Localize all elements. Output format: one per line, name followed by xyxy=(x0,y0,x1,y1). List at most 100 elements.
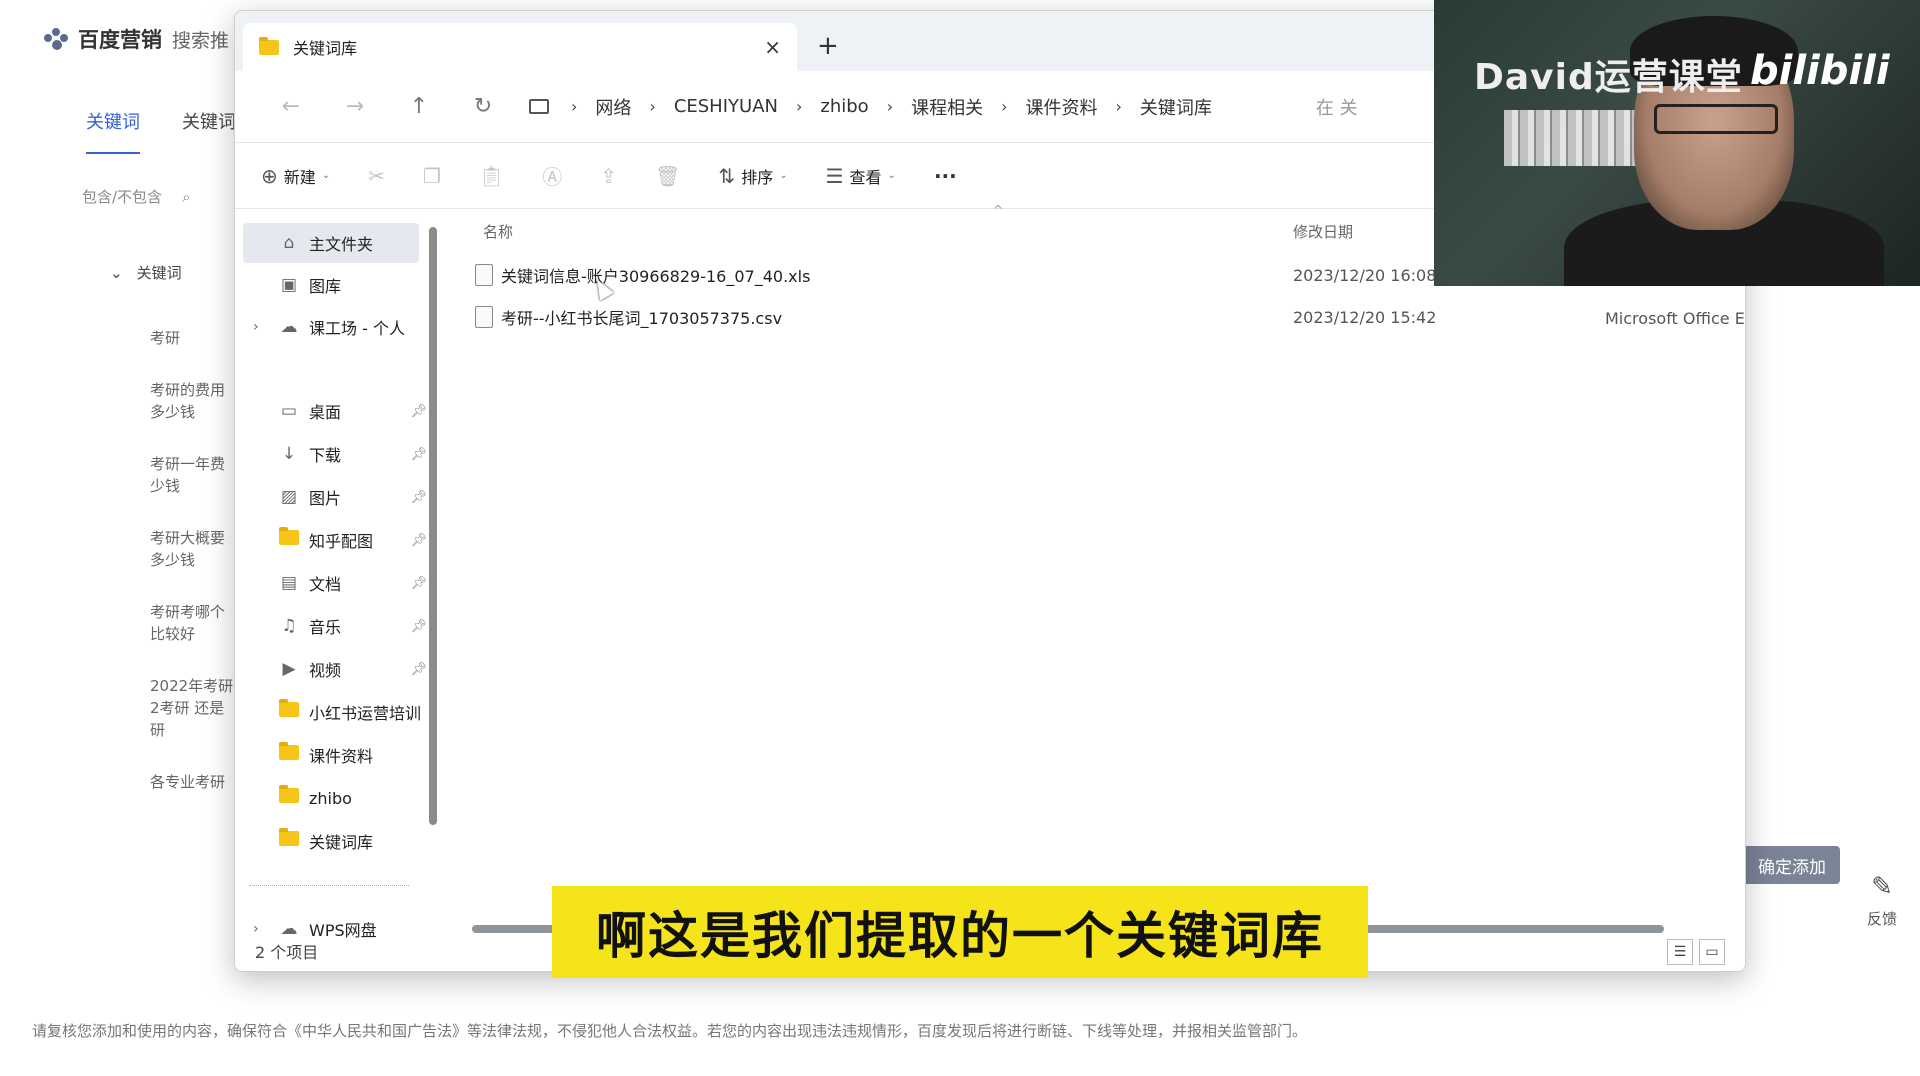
breadcrumb-item[interactable]: 课程相关 xyxy=(911,94,983,120)
copy-button[interactable]: ❐ xyxy=(423,164,441,188)
home-icon: ⌂ xyxy=(283,233,295,253)
chevron-right-icon[interactable]: › xyxy=(253,921,259,937)
file-name: 考研--小红书长尾词_1703057375.csv xyxy=(501,309,783,328)
back-button[interactable]: ← xyxy=(259,94,323,119)
computer-icon[interactable] xyxy=(529,99,549,114)
sort-icon: ⇅ xyxy=(718,163,736,188)
column-header-name[interactable]: 名称 xyxy=(483,221,513,242)
sidebar-item-label: 文档 xyxy=(309,575,342,594)
sidebar-item-zhibo[interactable]: zhibo xyxy=(235,778,427,818)
column-header-date[interactable]: 修改日期 xyxy=(1293,221,1353,242)
logo-text: 百度营销 xyxy=(78,28,162,52)
pin-icon[interactable]: 📌︎ xyxy=(410,490,427,505)
tiles-view-icon[interactable]: ▭ xyxy=(1699,939,1725,965)
sidebar-item-label: zhibo xyxy=(309,788,352,808)
legal-notice: 请复核您添加和使用的内容，确保符合《中华人民共和国广告法》等法律法规，不侵犯他人… xyxy=(32,1022,1308,1040)
keyword-item[interactable]: 考研考哪个 比较好 xyxy=(150,601,240,645)
sidebar-item-label: 音乐 xyxy=(309,618,342,637)
keyword-item[interactable]: 各专业考研 xyxy=(150,771,240,793)
breadcrumb-item[interactable]: CESHIYUAN xyxy=(674,96,778,117)
pin-icon[interactable]: 📌︎ xyxy=(410,533,427,548)
more-icon: ··· xyxy=(933,163,957,188)
sort-label: 排序 xyxy=(741,167,774,187)
sidebar-item-label: WPS网盘 xyxy=(309,921,377,940)
file-date: 2023/12/20 16:08 xyxy=(1293,265,1437,285)
feedback-button[interactable]: ✎ 反馈 xyxy=(1862,872,1902,929)
sidebar-item-downloads[interactable]: ↓ 下载 📌︎ xyxy=(235,434,427,474)
keyword-group[interactable]: ⌄ 关键词 xyxy=(110,262,230,283)
chevron-down-icon[interactable]: ⌄ xyxy=(110,264,123,282)
forward-button[interactable]: → xyxy=(323,94,387,119)
include-exclude-filter[interactable]: 包含/不包含 ⌕ xyxy=(82,186,190,207)
sidebar-item-cloud[interactable]: › ☁ 课工场 - 个人 xyxy=(235,307,427,347)
delete-button[interactable]: 🗑︎ xyxy=(655,164,680,188)
search-icon[interactable]: ⌕ xyxy=(182,188,190,206)
tab-keywords-2[interactable]: 关键词 xyxy=(182,108,236,154)
sidebar-item-label: 图库 xyxy=(309,277,342,296)
file-type: Microsoft Office Excel 逗号分... xyxy=(1605,309,1745,328)
sidebar-item-keyword-library[interactable]: 关键词库 xyxy=(235,821,427,861)
breadcrumb-item[interactable]: 关键词库 xyxy=(1140,94,1212,120)
sidebar-item-xiaohongshu[interactable]: 小红书运营培训 xyxy=(235,692,427,732)
scrollbar[interactable] xyxy=(429,227,437,825)
tab-keywords[interactable]: 关键词 xyxy=(86,108,140,154)
sidebar-item-music[interactable]: ♫ 音乐 📌︎ xyxy=(235,606,427,646)
pen-icon: ✎ xyxy=(1871,872,1893,902)
up-button[interactable]: ↑ xyxy=(387,94,451,119)
details-view-icon[interactable]: ☰ xyxy=(1667,939,1693,965)
file-name: 关键词信息-账户30966829-16_07_40.xls xyxy=(501,267,811,286)
pin-icon[interactable]: 📌︎ xyxy=(410,447,427,462)
confirm-add-button[interactable]: 确定添加 xyxy=(1730,846,1840,884)
cut-button[interactable]: ✂ xyxy=(368,164,385,188)
breadcrumb-item[interactable]: 网络 xyxy=(595,94,631,120)
close-icon[interactable]: × xyxy=(764,35,781,59)
sidebar-item-label: 图片 xyxy=(309,489,342,508)
clipboard-icon: 📋︎ xyxy=(478,163,505,188)
keyword-item[interactable]: 2022年考研 2考研 还是 研 xyxy=(150,675,240,741)
chevron-right-icon[interactable]: › xyxy=(253,319,259,335)
group-label: 关键词 xyxy=(136,264,182,282)
folder-icon xyxy=(279,527,299,545)
sidebar-item-home[interactable]: ⌂ 主文件夹 xyxy=(243,223,419,263)
explorer-tab[interactable]: 关键词库 × xyxy=(243,23,797,71)
cloud-icon: ☁ xyxy=(280,317,298,337)
feedback-label: 反馈 xyxy=(1866,910,1897,928)
keyword-item[interactable]: 考研 xyxy=(150,327,240,349)
pin-icon[interactable]: 📌︎ xyxy=(410,662,427,677)
keyword-item[interactable]: 考研一年费 少钱 xyxy=(150,453,240,497)
pin-icon[interactable]: 📌︎ xyxy=(410,619,427,634)
sidebar-item-courseware[interactable]: 课件资料 xyxy=(235,735,427,775)
sort-button[interactable]: ⇅ 排序 ⌄ xyxy=(718,164,787,188)
keyword-item[interactable]: 考研大概要 多少钱 xyxy=(150,527,240,571)
share-button[interactable]: ⇪ xyxy=(600,164,617,188)
keyword-item[interactable]: 考研的费用 多少钱 xyxy=(150,379,240,423)
file-date: 2023/12/20 15:42 xyxy=(1293,307,1437,327)
more-button[interactable]: ··· xyxy=(934,164,957,188)
file-icon xyxy=(475,306,493,328)
folder-icon xyxy=(279,785,299,803)
sidebar-item-pictures[interactable]: ▨ 图片 📌︎ xyxy=(235,477,427,517)
pin-icon[interactable]: 📌︎ xyxy=(410,576,427,591)
paste-button[interactable]: 📋︎ xyxy=(479,164,504,188)
sidebar-item-label: 主文件夹 xyxy=(309,235,374,254)
view-button[interactable]: ☰ 查看 ⌄ xyxy=(826,164,896,188)
navigation-pane: ⌂ 主文件夹 ▣ 图库 › ☁ 课工场 - 个人 ▭ 桌面 📌︎ ↓ 下载 📌︎ xyxy=(235,209,437,971)
new-button[interactable]: ⊕ 新建 ⌄ xyxy=(261,164,330,188)
cloud-icon: ☁ xyxy=(280,919,298,939)
sidebar-item-zhihu[interactable]: 知乎配图 📌︎ xyxy=(235,520,427,560)
breadcrumb-item[interactable]: 课件资料 xyxy=(1026,94,1098,120)
file-row[interactable]: 考研--小红书长尾词_1703057375.csv 2023/12/20 15:… xyxy=(475,297,1745,337)
sidebar-item-documents[interactable]: ▤ 文档 📌︎ xyxy=(235,563,427,603)
breadcrumb-item[interactable]: zhibo xyxy=(820,96,868,117)
search-input[interactable]: 在 关 xyxy=(1316,94,1358,120)
sidebar-item-gallery[interactable]: ▣ 图库 xyxy=(235,265,427,305)
sidebar-item-desktop[interactable]: ▭ 桌面 📌︎ xyxy=(235,391,427,431)
refresh-button[interactable]: ↻ xyxy=(451,94,515,119)
new-tab-button[interactable]: + xyxy=(817,31,839,61)
webcam-overlay: David运营课堂 bilibili xyxy=(1434,0,1920,286)
folder-icon xyxy=(279,742,299,760)
sidebar-item-videos[interactable]: ▶ 视频 📌︎ xyxy=(235,649,427,689)
rename-button[interactable]: Ⓐ xyxy=(542,161,562,190)
pin-icon[interactable]: 📌︎ xyxy=(410,404,427,419)
sidebar-item-label: 知乎配图 xyxy=(309,532,374,551)
